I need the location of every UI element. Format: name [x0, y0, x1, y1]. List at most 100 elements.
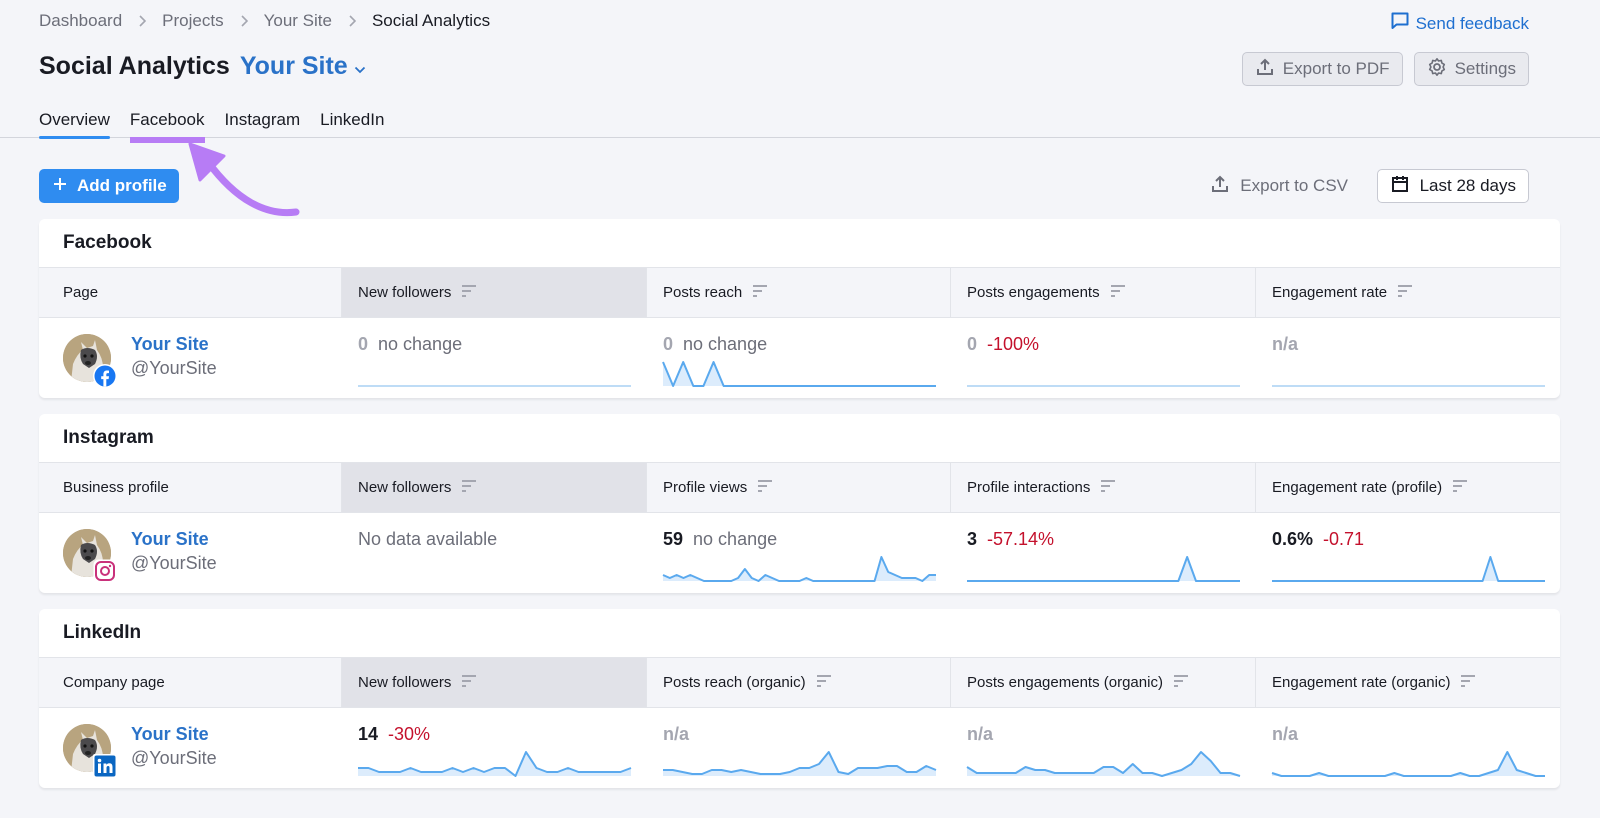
- sort-icon: [1173, 674, 1189, 692]
- export-pdf-label: Export to PDF: [1282, 59, 1390, 78]
- annotation-arrow-icon: [188, 142, 300, 217]
- sparkline: [358, 385, 631, 387]
- metric-value: n/a: [1272, 724, 1299, 744]
- profile-handle: @YourSite: [131, 358, 217, 378]
- sparkline: [662, 361, 936, 387]
- site-selector-label: Your Site: [239, 52, 348, 80]
- metric-cell: 0 no change: [647, 318, 951, 398]
- chevron-right-icon: [348, 15, 356, 27]
- date-range-picker[interactable]: Last 28 days: [1376, 169, 1529, 203]
- sort-icon: [1100, 479, 1116, 497]
- table-row: Your Site @YourSite 0 no change 0 no change 0-…: [39, 318, 1560, 398]
- sparkline-area: [967, 557, 1240, 581]
- chevron-down-icon: [354, 52, 366, 81]
- table-header: Company page New followers Posts reach (or…: [39, 657, 1560, 708]
- column-header[interactable]: New followers: [342, 658, 647, 707]
- profile-cell: Your Site @YourSite: [39, 708, 342, 788]
- chat-bubble-icon: [1390, 11, 1410, 36]
- sort-icon: [752, 284, 768, 302]
- sort-icon: [816, 674, 832, 692]
- metric-delta: no change: [683, 334, 768, 354]
- breadcrumb-dashboard[interactable]: Dashboard: [39, 11, 122, 31]
- send-feedback-link[interactable]: Send feedback: [1390, 11, 1529, 36]
- column-header-label: Profile interactions: [967, 479, 1091, 496]
- tab-bar: Overview Facebook Instagram LinkedIn: [0, 104, 1600, 143]
- column-header[interactable]: Engagement rate (profile): [1256, 463, 1560, 512]
- calendar-icon: [1390, 174, 1410, 199]
- metric-value: 14: [358, 724, 379, 744]
- sparkline: [662, 556, 936, 582]
- section-title: LinkedIn: [63, 622, 142, 643]
- column-header-label: Business profile: [63, 479, 169, 496]
- sparkline-area: [1272, 557, 1545, 581]
- header-actions: Export to PDF Settings: [1241, 52, 1529, 86]
- sort-icon: [461, 479, 477, 497]
- sort-icon: [757, 479, 773, 497]
- table-row: Your Site @YourSite 14 -30% n/a n/a n/a: [39, 708, 1560, 788]
- metric-value: n/a: [663, 724, 690, 744]
- column-header-label: Posts engagements (organic): [967, 674, 1163, 691]
- column-header-label: Engagement rate (profile): [1272, 479, 1443, 496]
- column-header[interactable]: Posts reach (organic): [647, 658, 951, 707]
- title-row: Social Analytics Your Site: [39, 52, 366, 81]
- sparkline-area: [1272, 752, 1545, 776]
- column-header-label: New followers: [358, 479, 452, 496]
- sparkline: [966, 751, 1241, 777]
- column-header[interactable]: Profile interactions: [951, 463, 1256, 512]
- sparkline: [967, 556, 1240, 582]
- column-header[interactable]: Profile views: [647, 463, 951, 512]
- column-header-label: New followers: [358, 284, 452, 301]
- plus-icon: [53, 176, 67, 196]
- chevron-right-icon: [138, 15, 147, 27]
- profile-cell: Your Site @YourSite: [39, 513, 342, 593]
- sparkline: [967, 385, 1240, 387]
- metric-cell: 59 no change: [647, 513, 951, 593]
- export-csv-label: Export to CSV: [1240, 176, 1348, 195]
- date-range-label: Last 28 days: [1419, 176, 1516, 195]
- profile-handle: @YourSite: [131, 553, 217, 573]
- upload-icon: [1255, 57, 1275, 82]
- tab-linkedin[interactable]: LinkedIn: [320, 104, 384, 138]
- profile-cell: Your Site @YourSite: [39, 318, 342, 398]
- breadcrumb-current: Social Analytics: [371, 11, 491, 30]
- metric-value: 3: [967, 529, 978, 549]
- column-header[interactable]: New followers: [342, 463, 647, 512]
- profile-name-link[interactable]: Your Site: [131, 724, 217, 745]
- sparkline: [663, 751, 937, 776]
- site-selector[interactable]: Your Site: [240, 52, 366, 81]
- breadcrumb-your-site[interactable]: Your Site: [264, 11, 332, 31]
- column-header-label: Page: [63, 284, 99, 301]
- column-header-label: Company page: [63, 674, 165, 691]
- metric-cell: 0.6% -0.71: [1256, 513, 1560, 593]
- column-header-label: Posts reach (organic): [663, 674, 806, 691]
- sparkline: [1272, 385, 1545, 387]
- column-header: Business profile: [39, 463, 342, 512]
- breadcrumb-projects[interactable]: Projects: [162, 11, 223, 31]
- column-header[interactable]: Engagement rate (organic): [1256, 658, 1560, 707]
- metric-value: 59: [663, 529, 684, 549]
- column-header[interactable]: Posts engagements: [951, 268, 1256, 317]
- metric-value: 0: [358, 334, 369, 354]
- settings-button[interactable]: Settings: [1413, 52, 1529, 86]
- column-header-label: Engagement rate: [1272, 284, 1388, 301]
- sparkline-line: [1272, 556, 1545, 582]
- column-header[interactable]: Posts engagements (organic): [951, 658, 1256, 707]
- column-header-label: Engagement rate (organic): [1272, 674, 1451, 691]
- tab-facebook[interactable]: Facebook: [129, 104, 205, 143]
- export-pdf-button[interactable]: Export to PDF: [1241, 52, 1403, 86]
- table-header: Business profile New followers Profile vie…: [39, 462, 1560, 513]
- tab-overview[interactable]: Overview: [39, 104, 110, 139]
- profile-name-link[interactable]: Your Site: [131, 334, 217, 355]
- add-profile-button[interactable]: Add profile: [39, 169, 179, 203]
- tab-instagram[interactable]: Instagram: [225, 104, 301, 138]
- metric-value: n/a: [1272, 334, 1299, 354]
- column-header[interactable]: Engagement rate: [1256, 268, 1560, 317]
- column-header[interactable]: Posts reach: [647, 268, 951, 317]
- section-card-instagram: Instagram Business profile New followers Pr…: [39, 414, 1560, 593]
- metric-delta: no change: [693, 529, 778, 549]
- column-header[interactable]: New followers: [342, 268, 647, 317]
- profile-name-link[interactable]: Your Site: [131, 529, 217, 550]
- no-data-text: No data available: [358, 529, 498, 549]
- column-header: Company page: [39, 658, 342, 707]
- export-csv-button[interactable]: Export to CSV: [1210, 169, 1348, 203]
